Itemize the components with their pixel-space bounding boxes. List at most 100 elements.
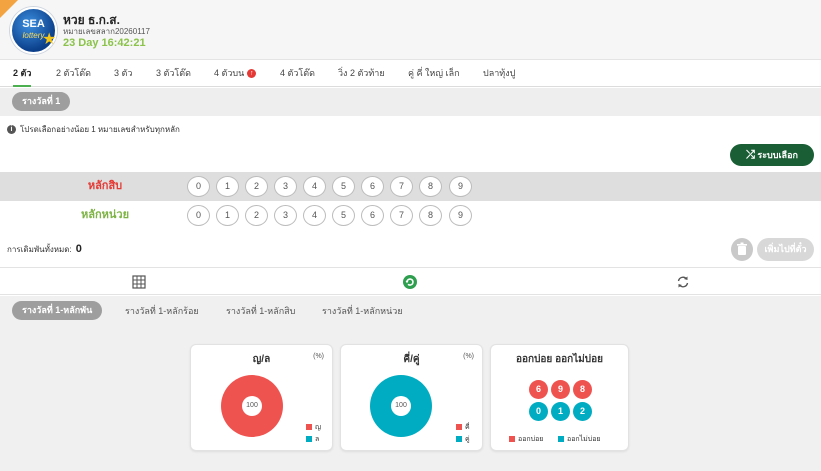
card-title: ออกบ่อย ออกไม่บ่อย	[516, 354, 603, 365]
tab-2-digit[interactable]: 2 ตัว	[13, 60, 32, 87]
units-digit[interactable]: 9	[449, 205, 472, 226]
units-digit[interactable]: 6	[361, 205, 384, 226]
tab-3-digit-tod[interactable]: 3 ตัวโต๊ด	[156, 60, 191, 87]
tab-4-digit-top[interactable]: 4 ตัวบน ↑	[214, 60, 257, 87]
bet-type-tabs: 2 ตัว 2 ตัวโต๊ด 3 ตัว 3 ตัวโต๊ด 4 ตัวบน ↑…	[0, 60, 821, 87]
tab-fish-shrimp-crab[interactable]: ปลาทุ้งปู	[483, 60, 515, 87]
grid-icon[interactable]	[131, 274, 147, 290]
subtab-hundreds[interactable]: รางวัลที่ 1-หลักร้อย	[125, 302, 199, 321]
tens-digit[interactable]: 9	[449, 176, 472, 197]
units-digit[interactable]: 4	[303, 205, 326, 226]
tab-4-digit-tod[interactable]: 4 ตัวโต๊ด	[280, 60, 315, 87]
refresh-circle-icon[interactable]	[402, 274, 418, 290]
legend-item: ล	[306, 434, 319, 445]
tab-label: 2 ตัว	[13, 68, 32, 78]
units-digit[interactable]: 0	[187, 205, 210, 226]
tab-label: 3 ตัวโต๊ด	[156, 68, 191, 78]
legend-item: ญ	[306, 422, 321, 433]
legend-label: ล	[315, 436, 320, 443]
shuffle-icon: ⤮	[746, 149, 755, 161]
big-small-donut: 100	[221, 375, 283, 437]
cold-number-ball: 2	[573, 402, 592, 421]
legend-item: ออกไม่บ่อย	[558, 434, 601, 445]
tab-label: ปลาทุ้งปู	[483, 68, 516, 78]
cold-number-ball: 0	[529, 402, 548, 421]
legend-item: ออกบ่อย	[509, 434, 543, 445]
card-title: คี่/คู่	[403, 354, 420, 365]
donut-center-value: 100	[391, 396, 411, 416]
tens-digit[interactable]: 0	[187, 176, 210, 197]
clear-trash-button[interactable]	[731, 238, 753, 261]
hot-number-ball: 6	[529, 380, 548, 399]
units-digit[interactable]: 1	[216, 205, 239, 226]
tens-label: หลักสิบ	[87, 180, 123, 192]
cold-number-ball: 1	[551, 402, 570, 421]
total-value: 0	[75, 243, 82, 255]
tab-3-digit[interactable]: 3 ตัว	[114, 60, 132, 87]
legend-label: ออกบ่อย	[518, 436, 544, 443]
tab-run-2-last[interactable]: วิ่ง 2 ตัวท้าย	[338, 60, 385, 87]
tens-digit[interactable]: 8	[419, 176, 442, 197]
tens-digit[interactable]: 4	[303, 176, 326, 197]
prize-bar: รางวัลที่ 1	[0, 88, 821, 116]
tab-2-digit-tod[interactable]: 2 ตัวโต๊ด	[56, 60, 91, 87]
random-pick-button[interactable]: ⤮ ระบบเลือก	[730, 144, 814, 166]
legend-label: คี่	[465, 424, 470, 431]
random-pick-label: ระบบเลือก	[757, 150, 798, 160]
legend-swatch	[456, 424, 462, 431]
total-bets: การเดิมพันทั้งหมด: 0	[7, 243, 82, 256]
units-digit[interactable]: 3	[274, 205, 297, 226]
donut-center-value: 100	[242, 396, 262, 416]
legend-item: คี่	[456, 422, 470, 433]
tens-digit[interactable]: 6	[361, 176, 384, 197]
subtab-tens[interactable]: รางวัลที่ 1-หลักสิบ	[226, 302, 295, 321]
tens-digit[interactable]: 7	[390, 176, 413, 197]
app-header: SEA lottery ★ หวย ธ.ก.ส. หมายเลขสลาก2026…	[0, 0, 821, 60]
hot-cold-card: ออกบ่อย ออกไม่บ่อย 6 9 8 0 1 2 ออกบ่อย อ…	[490, 344, 629, 451]
legend-label: ญ	[315, 424, 321, 431]
legend-swatch	[306, 436, 312, 443]
trash-icon	[737, 242, 747, 255]
countdown-time: 23 Day 16:42:21	[63, 37, 146, 49]
subtab-units[interactable]: รางวัลที่ 1-หลักหน่วย	[322, 302, 403, 321]
hot-number-ball: 9	[551, 380, 570, 399]
total-label: การเดิมพันทั้งหมด:	[7, 245, 72, 254]
odd-even-card: คี่/คู่ (%) 100 คี่ คู่	[340, 344, 483, 451]
big-small-card: ญ/ล (%) 100 ญ ล	[190, 344, 333, 451]
add-to-ticket-button[interactable]: เพิ่มไปที่ตั๋ว	[757, 238, 814, 261]
selection-hint: i โปรดเลือกอย่างน้อย 1 หมายเลขสำหรับทุกหล…	[7, 123, 180, 136]
units-digit[interactable]: 7	[390, 205, 413, 226]
tab-label: วิ่ง 2 ตัวท้าย	[338, 68, 385, 78]
units-label: หลักหน่วย	[80, 209, 130, 221]
arrow-up-icon: ↑	[247, 69, 257, 79]
tab-odd-even-big-small[interactable]: คู่ คี่ ใหญ่ เล็ก	[408, 60, 460, 87]
tab-label: 2 ตัวโต๊ด	[56, 68, 91, 78]
units-digit[interactable]: 2	[245, 205, 268, 226]
tens-digit[interactable]: 2	[245, 176, 268, 197]
legend-swatch	[509, 436, 515, 443]
tab-label: 4 ตัวโต๊ด	[280, 68, 315, 78]
units-row: หลักหน่วย 0 1 2 3 4 5 6 7 8 9	[0, 201, 821, 230]
card-title: ญ/ล	[252, 354, 271, 365]
tens-row: หลักสิบ 0 1 2 3 4 5 6 7 8 9	[0, 172, 821, 201]
units-digit[interactable]: 5	[332, 205, 355, 226]
tens-digit[interactable]: 5	[332, 176, 355, 197]
subtab-thousands[interactable]: รางวัลที่ 1-หลักพัน	[12, 301, 103, 320]
legend-item: คู่	[456, 434, 470, 445]
legend-label: ออกไม่บ่อย	[567, 436, 601, 443]
favorite-star-icon[interactable]: ★	[42, 32, 56, 48]
tens-digit[interactable]: 1	[216, 176, 239, 197]
tab-label: คู่ คี่ ใหญ่ เล็ก	[408, 68, 460, 78]
units-digit[interactable]: 8	[419, 205, 442, 226]
info-icon: i	[7, 125, 16, 135]
stats-section: รางวัลที่ 1-หลักพัน รางวัลที่ 1-หลักร้อย…	[0, 296, 821, 471]
legend-swatch	[558, 436, 564, 443]
hot-number-ball: 8	[573, 380, 592, 399]
legend-label: คู่	[465, 436, 470, 443]
percent-label: (%)	[463, 353, 474, 360]
prize-1-pill[interactable]: รางวัลที่ 1	[12, 92, 71, 111]
tool-bar	[0, 267, 821, 295]
tens-digit[interactable]: 3	[274, 176, 297, 197]
percent-label: (%)	[313, 353, 324, 360]
sync-icon[interactable]	[675, 274, 691, 290]
